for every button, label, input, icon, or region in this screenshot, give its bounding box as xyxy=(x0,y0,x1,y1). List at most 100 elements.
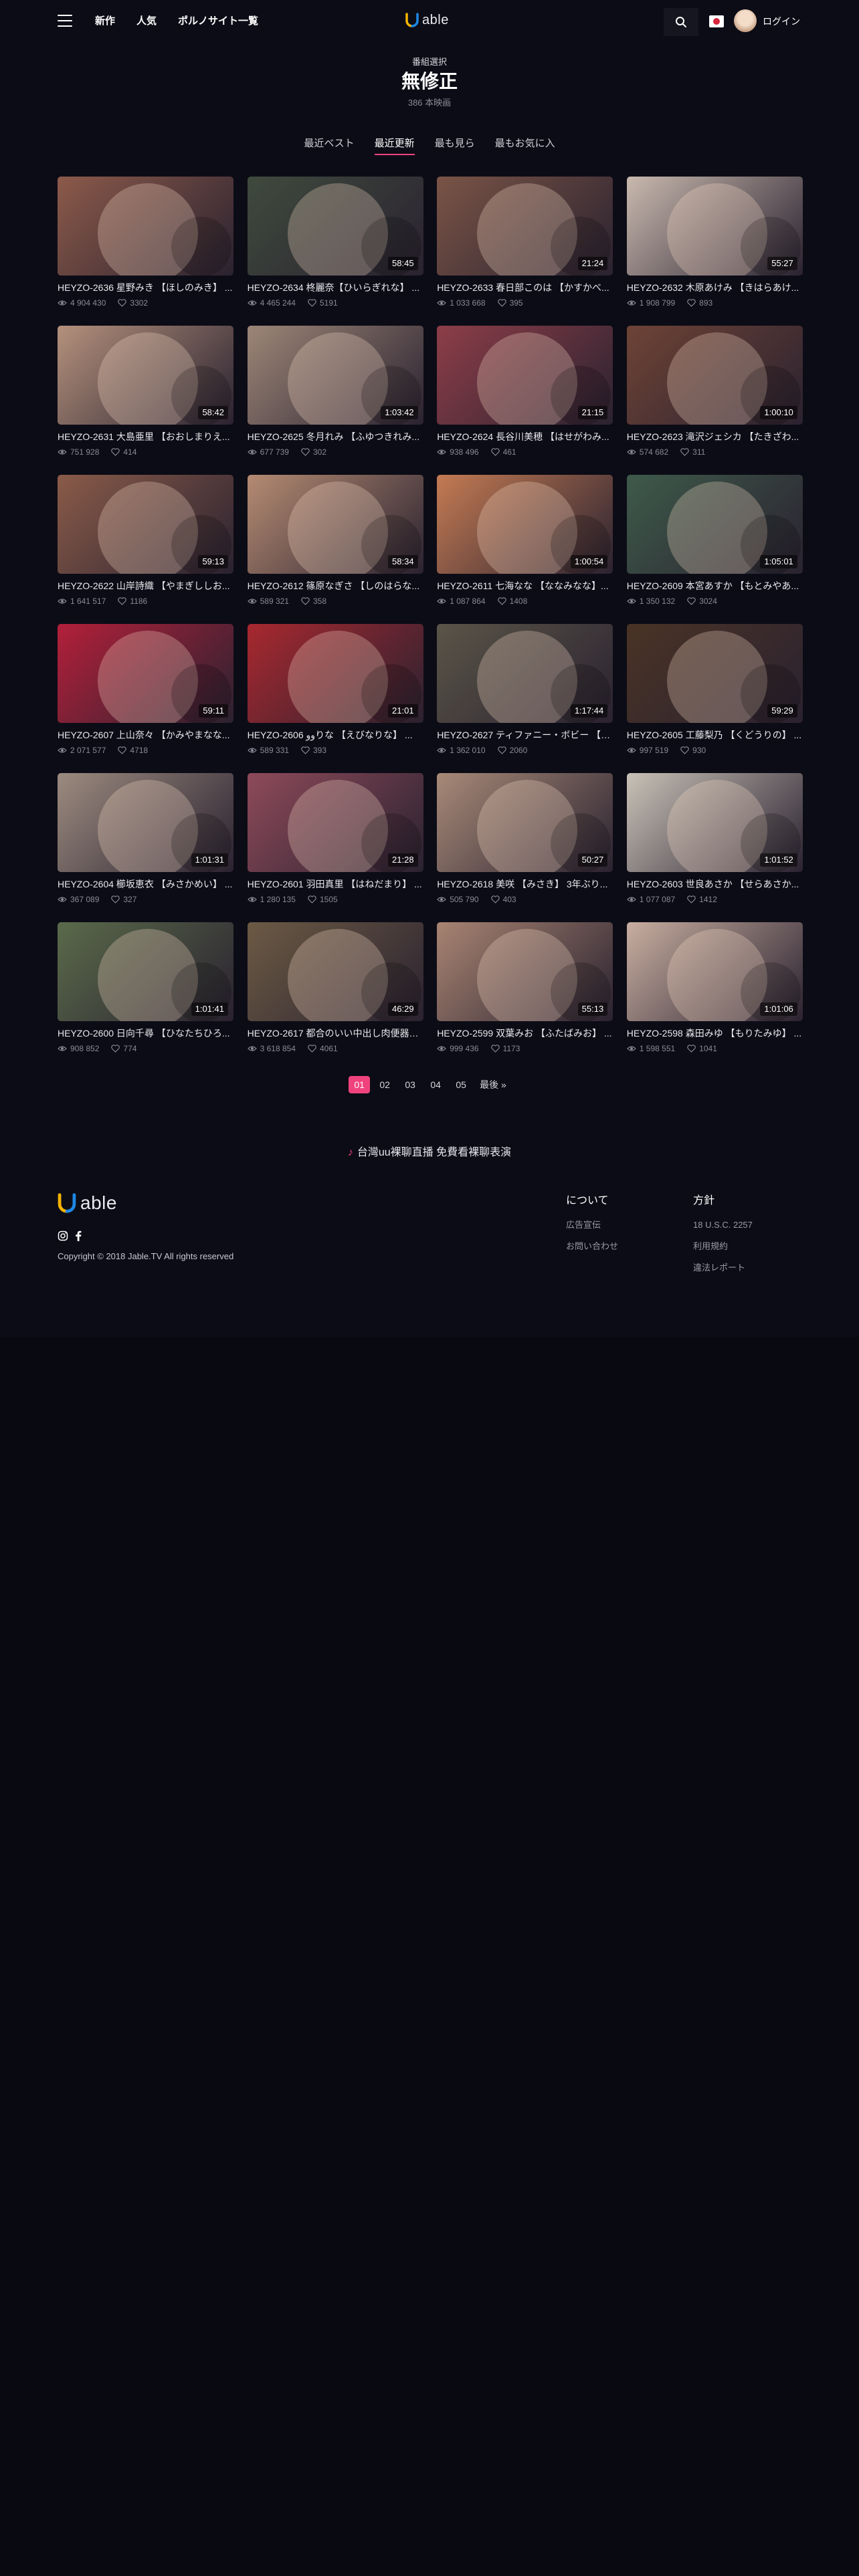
video-thumbnail[interactable]: 59:29 xyxy=(626,624,803,723)
page-04[interactable]: 04 xyxy=(425,1076,446,1093)
video-thumbnail[interactable]: 58:45 xyxy=(247,177,423,276)
video-thumbnail[interactable]: 50:27 xyxy=(437,773,613,872)
site-logo[interactable]: able xyxy=(405,12,449,28)
tab-recent-best[interactable]: 最近ベスト xyxy=(294,135,364,152)
login-link[interactable]: ログイン xyxy=(763,14,800,29)
page-05[interactable]: 05 xyxy=(450,1076,472,1093)
video-title[interactable]: HEYZO-2622 山岸詩織 【やまぎししお... xyxy=(58,580,233,592)
video-title[interactable]: HEYZO-2599 双葉みお 【ふたばみお】 ... xyxy=(437,1027,613,1039)
footer-link-advertising[interactable]: 広告宣伝 xyxy=(566,1220,618,1230)
video-thumbnail[interactable]: 1:05:01 xyxy=(626,475,803,574)
nav-new[interactable]: 新作 xyxy=(95,13,115,29)
video-title[interactable]: HEYZO-2601 羽田真里 【はねだまり】 ... xyxy=(248,878,423,890)
video-title[interactable]: HEYZO-2618 美咲 【みさき】 3年ぶり... xyxy=(437,878,613,890)
video-title[interactable]: HEYZO-2609 本宮あすか 【もとみやあ... xyxy=(627,580,803,592)
video-card[interactable]: HEYZO-2636 星野みき 【ほしのみき】 ... 4 904 430 33… xyxy=(58,177,233,326)
promo-link[interactable]: ♪ 台灣uu裸聊直播 免費看裸聊表演 xyxy=(0,1143,859,1159)
video-title[interactable]: HEYZO-2604 櫛坂恵衣 【みさかめい】 ... xyxy=(58,878,233,890)
video-card[interactable]: 1:01:31 HEYZO-2604 櫛坂恵衣 【みさかめい】 ... 367 … xyxy=(58,773,233,922)
video-thumbnail[interactable]: 21:24 xyxy=(437,177,613,276)
video-card[interactable]: 21:15 HEYZO-2624 長谷川美穂 【はせがわみ... 938 496… xyxy=(437,326,613,475)
video-title[interactable]: HEYZO-2603 世良あさか 【せらあさか... xyxy=(627,878,803,890)
video-thumbnail[interactable]: 46:29 xyxy=(247,922,423,1021)
footer-link-2257[interactable]: 18 U.S.C. 2257 xyxy=(693,1220,753,1230)
video-card[interactable]: 46:29 HEYZO-2617 都合のいい中出し肉便器を... 3 618 8… xyxy=(247,922,423,1071)
video-card[interactable]: 1:05:01 HEYZO-2609 本宮あすか 【もとみやあ... 1 350… xyxy=(626,475,803,624)
video-thumbnail[interactable]: 58:34 xyxy=(247,475,423,574)
video-title[interactable]: HEYZO-2636 星野みき 【ほしのみき】 ... xyxy=(58,282,233,294)
video-thumbnail[interactable]: 55:27 xyxy=(626,177,803,276)
video-title[interactable]: HEYZO-2617 都合のいい中出し肉便器を... xyxy=(248,1027,423,1039)
footer-link-contact[interactable]: お問い合わせ xyxy=(566,1241,618,1252)
video-thumbnail[interactable]: 1:01:52 xyxy=(626,773,803,872)
video-thumbnail[interactable]: 1:01:41 xyxy=(58,922,233,1021)
video-card[interactable]: 58:42 HEYZO-2631 大島亜里 【おおしまりえ... 751 928… xyxy=(58,326,233,475)
facebook-icon[interactable] xyxy=(75,1230,82,1241)
video-card[interactable]: 1:03:42 HEYZO-2625 冬月れみ 【ふゆつきれみ... 677 7… xyxy=(247,326,423,475)
video-title[interactable]: HEYZO-2612 篠原なぎさ 【しのはらな... xyxy=(248,580,423,592)
video-title[interactable]: HEYZO-2625 冬月れみ 【ふゆつきれみ... xyxy=(248,431,423,443)
footer-link-report[interactable]: 違法レポート xyxy=(693,1263,753,1273)
page-02[interactable]: 02 xyxy=(374,1076,395,1093)
video-card[interactable]: 21:24 HEYZO-2633 春日部このは 【かすかべ... 1 033 6… xyxy=(437,177,613,326)
video-card[interactable]: 1:00:10 HEYZO-2623 滝沢ジェシカ 【たきざわ... 574 6… xyxy=(626,326,803,475)
video-card[interactable]: 59:11 HEYZO-2607 上山奈々 【かみやまなな... 2 071 5… xyxy=(58,624,233,773)
video-card[interactable]: 55:27 HEYZO-2632 木原あけみ 【きはらあけ... 1 908 7… xyxy=(626,177,803,326)
video-thumbnail[interactable]: 1:17:44 xyxy=(437,624,613,723)
video-thumbnail[interactable]: 58:42 xyxy=(58,326,233,425)
video-thumbnail[interactable]: 21:01 xyxy=(247,624,423,723)
video-card[interactable]: 21:01 HEYZO-2606 ووりな 【えびなりな】 ... 589 33… xyxy=(247,624,423,773)
video-title[interactable]: HEYZO-2607 上山奈々 【かみやまなな... xyxy=(58,729,233,741)
video-title[interactable]: HEYZO-2624 長谷川美穂 【はせがわみ... xyxy=(437,431,613,443)
avatar[interactable] xyxy=(734,9,757,32)
nav-popular[interactable]: 人気 xyxy=(136,13,157,29)
video-title[interactable]: HEYZO-2633 春日部このは 【かすかべ... xyxy=(437,282,613,294)
video-thumbnail[interactable]: 1:00:10 xyxy=(626,326,803,425)
nav-porn-site-list[interactable]: ポルノサイト一覧 xyxy=(178,13,258,29)
search-button[interactable] xyxy=(664,8,698,36)
video-thumbnail[interactable]: 55:13 xyxy=(437,922,613,1021)
video-card[interactable]: 1:01:41 HEYZO-2600 日向千尋 【ひなたちひろ... 908 8… xyxy=(58,922,233,1071)
hamburger-menu-icon[interactable] xyxy=(58,15,72,27)
video-title[interactable]: HEYZO-2623 滝沢ジェシカ 【たきざわ... xyxy=(627,431,803,443)
video-card[interactable]: 58:45 HEYZO-2634 柊麗奈【ひいらぎれな】 ... 4 465 2… xyxy=(247,177,423,326)
video-thumbnail[interactable]: 1:01:06 xyxy=(626,922,803,1021)
tab-most-viewed[interactable]: 最も見ら xyxy=(425,135,485,152)
tab-recently-updated[interactable]: 最近更新 xyxy=(365,135,425,155)
video-card[interactable]: 1:01:52 HEYZO-2603 世良あさか 【せらあさか... 1 077… xyxy=(626,773,803,922)
video-card[interactable]: 1:17:44 HEYZO-2627 ティファニー・ボビー 【て... 1 36… xyxy=(437,624,613,773)
video-card[interactable]: 1:00:54 HEYZO-2611 七海なな 【ななみなな】... 1 087… xyxy=(437,475,613,624)
video-thumbnail[interactable]: 59:13 xyxy=(58,475,233,574)
video-card[interactable]: 55:13 HEYZO-2599 双葉みお 【ふたばみお】 ... 999 43… xyxy=(437,922,613,1071)
video-title[interactable]: HEYZO-2598 森田みゆ 【もりたみゆ】 ... xyxy=(627,1027,803,1039)
video-thumbnail[interactable] xyxy=(58,177,233,276)
instagram-icon[interactable] xyxy=(58,1230,68,1241)
japan-flag-icon[interactable] xyxy=(709,15,724,27)
video-title[interactable]: HEYZO-2632 木原あけみ 【きはらあけ... xyxy=(627,282,803,294)
video-title[interactable]: HEYZO-2600 日向千尋 【ひなたちひろ... xyxy=(58,1027,233,1039)
video-card[interactable]: 1:01:06 HEYZO-2598 森田みゆ 【もりたみゆ】 ... 1 59… xyxy=(626,922,803,1071)
video-thumbnail[interactable]: 1:03:42 xyxy=(247,326,423,425)
video-title[interactable]: HEYZO-2605 工藤梨乃 【くどうりの】 ... xyxy=(627,729,803,741)
video-thumbnail[interactable]: 21:15 xyxy=(437,326,613,425)
video-title[interactable]: HEYZO-2611 七海なな 【ななみなな】... xyxy=(437,580,613,592)
video-thumbnail[interactable]: 1:00:54 xyxy=(437,475,613,574)
video-title[interactable]: HEYZO-2627 ティファニー・ボビー 【て... xyxy=(437,729,613,741)
footer-link-terms[interactable]: 利用規約 xyxy=(693,1241,753,1252)
video-title[interactable]: HEYZO-2631 大島亜里 【おおしまりえ... xyxy=(58,431,233,443)
page-01[interactable]: 01 xyxy=(349,1076,371,1093)
page-last[interactable]: 最後 » xyxy=(476,1076,510,1093)
video-thumbnail[interactable]: 1:01:31 xyxy=(58,773,233,872)
video-thumbnail[interactable]: 59:11 xyxy=(58,624,233,723)
video-card[interactable]: 50:27 HEYZO-2618 美咲 【みさき】 3年ぶり... 505 79… xyxy=(437,773,613,922)
video-card[interactable]: 59:29 HEYZO-2605 工藤梨乃 【くどうりの】 ... 997 51… xyxy=(626,624,803,773)
footer-logo[interactable]: able xyxy=(58,1193,117,1213)
video-card[interactable]: 58:34 HEYZO-2612 篠原なぎさ 【しのはらな... 589 321… xyxy=(247,475,423,624)
video-card[interactable]: 21:28 HEYZO-2601 羽田真里 【はねだまり】 ... 1 280 … xyxy=(247,773,423,922)
video-title[interactable]: HEYZO-2606 ووりな 【えびなりな】 ... xyxy=(248,729,423,741)
page-03[interactable]: 03 xyxy=(399,1076,421,1093)
video-thumbnail[interactable]: 21:28 xyxy=(247,773,423,872)
video-title[interactable]: HEYZO-2634 柊麗奈【ひいらぎれな】 ... xyxy=(248,282,423,294)
video-card[interactable]: 59:13 HEYZO-2622 山岸詩織 【やまぎししお... 1 641 5… xyxy=(58,475,233,624)
tab-most-favorited[interactable]: 最もお気に入 xyxy=(485,135,565,152)
